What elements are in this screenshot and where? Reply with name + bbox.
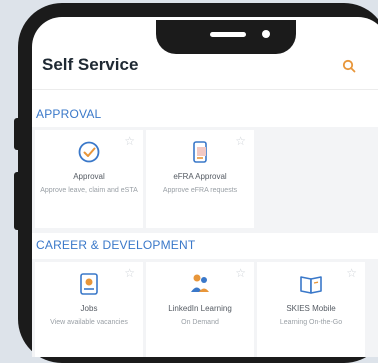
search-icon[interactable] <box>340 57 358 75</box>
tile-description: Approve eFRA requests <box>162 187 238 194</box>
book-icon <box>257 270 365 298</box>
tile-description: View available vacancies <box>50 319 128 326</box>
section-career-header: CAREER & DEVELOPMENT <box>36 238 196 252</box>
page-title: Self Service <box>42 55 139 74</box>
tile-name: eFRA Approval <box>173 172 227 181</box>
tile-linkedin-learning[interactable]: ☆ LinkedIn Learning On Demand <box>146 262 254 357</box>
tile-name: Approval <box>73 172 105 181</box>
check-circle-icon <box>35 138 143 166</box>
speaker-slot <box>210 32 246 37</box>
tile-skies-mobile[interactable]: ☆ SKIES Mobile Learning On-the-Go <box>257 262 365 357</box>
tile-approval[interactable]: ☆ Approval Approve leave, claim and eSTA <box>35 130 143 228</box>
header-divider <box>32 89 378 90</box>
tile-efra-approval[interactable]: ☆ eFRA Approval Approve eFRA requests <box>146 130 254 228</box>
people-icon <box>146 270 254 298</box>
phone-notch <box>156 20 296 54</box>
tile-name: Jobs <box>80 304 98 313</box>
tile-jobs[interactable]: ☆ Jobs View available vacancies <box>35 262 143 357</box>
section-approval-header: APPROVAL <box>36 107 102 121</box>
id-card-icon <box>35 270 143 298</box>
tile-name: LinkedIn Learning <box>168 304 232 313</box>
tile-description: On Demand <box>181 319 219 326</box>
tile-description: Learning On-the-Go <box>279 319 343 326</box>
camera-dot <box>262 30 270 38</box>
tile-name: SKIES Mobile <box>286 304 336 313</box>
tile-description: Approve leave, claim and eSTA <box>40 187 138 194</box>
document-phone-icon <box>146 138 254 166</box>
phone-screen: Self Service APPROVAL ☆ Approval Approve… <box>32 17 378 357</box>
